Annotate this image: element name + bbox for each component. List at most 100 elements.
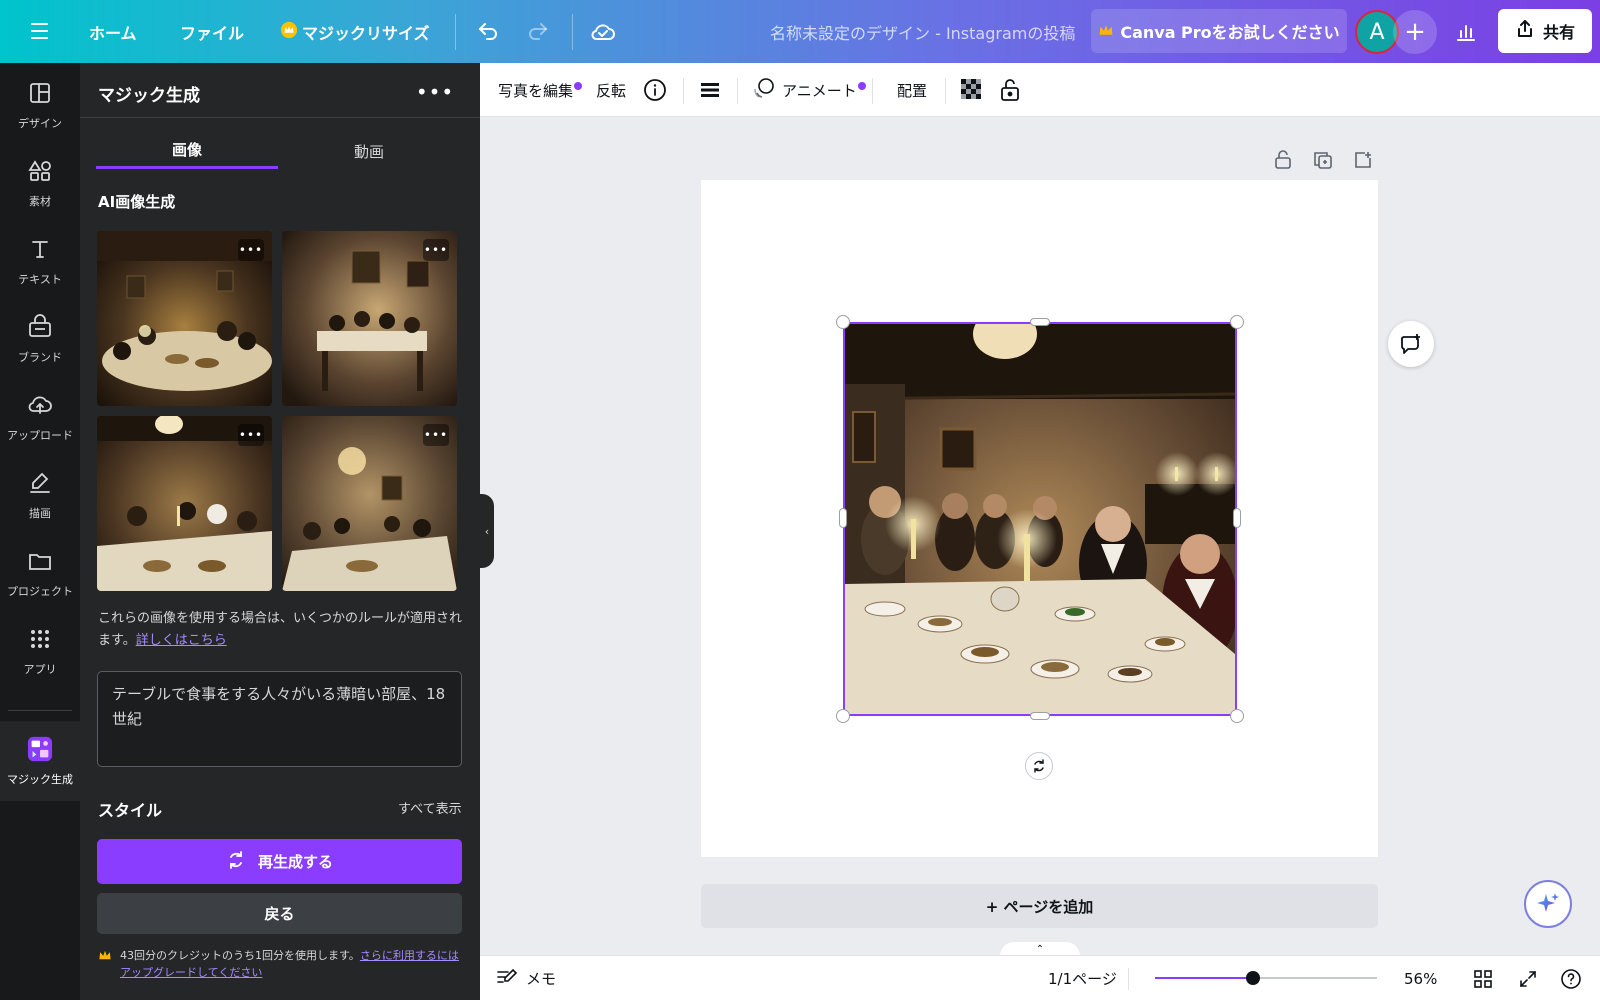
- more-options-icon[interactable]: •••: [423, 424, 449, 446]
- show-all-styles-link[interactable]: すべて表示: [398, 798, 462, 817]
- transparency-icon[interactable]: [961, 63, 983, 117]
- panel-title: マジック生成: [98, 86, 200, 106]
- rail-item-draw[interactable]: 描画: [0, 459, 80, 531]
- back-button[interactable]: 戻る: [97, 893, 462, 934]
- rail-item-design[interactable]: デザイン: [0, 69, 80, 141]
- rail-item-magic-media[interactable]: マジック生成: [0, 721, 80, 801]
- refresh-icon: [226, 850, 246, 874]
- tab-video[interactable]: 動画: [278, 133, 460, 169]
- regenerate-button[interactable]: 再生成する: [97, 839, 462, 884]
- rail-item-elements[interactable]: 素材: [0, 147, 80, 219]
- notes-button[interactable]: メモ: [496, 956, 556, 1000]
- rail-item-text[interactable]: テキスト: [0, 225, 80, 297]
- rail-label: 描画: [29, 506, 51, 520]
- generated-image-thumbnail[interactable]: •••: [282, 416, 457, 591]
- edit-photo-button[interactable]: 写真を編集: [498, 63, 583, 117]
- rail-item-brand[interactable]: ブランド: [0, 303, 80, 375]
- rail-item-apps[interactable]: アプリ: [0, 615, 80, 687]
- credit-note: 43回分のクレジットのうち1回分を使用します。さらに利用するにはアップグレードし…: [98, 947, 468, 981]
- zoom-slider-knob[interactable]: [1246, 971, 1260, 985]
- zoom-percentage[interactable]: 56%: [1404, 956, 1437, 1000]
- add-collaborator-icon[interactable]: +: [1393, 10, 1437, 54]
- divider: [945, 78, 946, 104]
- selected-image[interactable]: [843, 322, 1237, 716]
- magic-assistant-sparkle-icon[interactable]: [1524, 880, 1572, 928]
- animate-icon: [752, 76, 776, 104]
- canva-pro-trial-button[interactable]: Canva Proをお試しください: [1091, 9, 1347, 53]
- resize-handle[interactable]: [836, 315, 850, 329]
- more-options-icon[interactable]: •••: [416, 77, 453, 107]
- resize-handle[interactable]: [1230, 315, 1244, 329]
- rail-label: デザイン: [18, 116, 62, 130]
- usage-rules-note: これらの画像を使用する場合は、いくつかのルールが適用されます。詳しくはこちら: [98, 608, 468, 652]
- generated-image-thumbnail[interactable]: •••: [97, 231, 272, 406]
- add-comment-icon[interactable]: [1388, 321, 1434, 367]
- help-icon[interactable]: [1560, 956, 1582, 1000]
- tab-image[interactable]: 画像: [96, 133, 278, 169]
- divider: [683, 78, 684, 104]
- top-bar: ホーム ファイル マジックリサイズ 名称未設定のデザイン - Instagram…: [0, 0, 1600, 63]
- add-page-button[interactable]: + ページを追加: [701, 884, 1378, 928]
- prompt-textarea[interactable]: テーブルで食事をする人々がいる薄暗い部屋、18世紀: [97, 671, 462, 767]
- pro-button-label: Canva Proをお試しください: [1120, 23, 1340, 42]
- redo-icon[interactable]: [522, 16, 554, 48]
- file-menu[interactable]: ファイル: [180, 0, 244, 63]
- rail-label: アップロード: [7, 428, 73, 442]
- divider: [572, 14, 573, 50]
- divider: [1128, 968, 1129, 990]
- zoom-slider[interactable]: [1155, 971, 1377, 985]
- resize-handle[interactable]: [1030, 712, 1050, 720]
- info-icon[interactable]: [643, 63, 667, 117]
- generated-image-thumbnail[interactable]: •••: [97, 416, 272, 591]
- learn-more-link[interactable]: 詳しくはこちら: [136, 633, 227, 648]
- rail-label: プロジェクト: [7, 584, 73, 598]
- document-title[interactable]: 名称未設定のデザイン - Instagramの投稿: [770, 0, 1075, 63]
- chevron-up-icon[interactable]: ⌃: [1000, 942, 1080, 956]
- more-options-icon[interactable]: •••: [423, 239, 449, 261]
- more-options-icon[interactable]: •••: [238, 239, 264, 261]
- rotate-icon[interactable]: [1025, 752, 1053, 780]
- rail-item-uploads[interactable]: アップロード: [0, 381, 80, 453]
- rail-label: 素材: [29, 194, 51, 208]
- regenerate-label: 再生成する: [257, 853, 333, 871]
- lock-icon[interactable]: [999, 63, 1021, 117]
- flip-button[interactable]: 反転: [596, 63, 626, 117]
- insights-chart-icon[interactable]: [1444, 10, 1488, 54]
- resize-handle[interactable]: [1233, 508, 1241, 528]
- lock-page-icon[interactable]: [1270, 147, 1296, 173]
- magic-resize-label: マジックリサイズ: [302, 23, 430, 43]
- shapes-icon: [27, 158, 53, 187]
- new-badge-dot: [857, 82, 866, 90]
- zoom-slider-fill: [1155, 977, 1253, 979]
- crown-icon: [98, 949, 112, 966]
- resize-handle[interactable]: [1030, 318, 1050, 326]
- add-page-icon[interactable]: [1350, 147, 1376, 173]
- position-button[interactable]: 配置: [897, 63, 927, 117]
- grid-view-icon[interactable]: [1473, 956, 1493, 1000]
- magic-resize-menu[interactable]: マジックリサイズ: [280, 0, 430, 63]
- home-menu[interactable]: ホーム: [89, 0, 137, 63]
- fullscreen-icon[interactable]: [1518, 956, 1538, 1000]
- edit-photo-label: 写真を編集: [498, 81, 574, 100]
- border-style-icon[interactable]: [698, 63, 722, 117]
- rail-item-projects[interactable]: プロジェクト: [0, 537, 80, 609]
- resize-handle[interactable]: [836, 709, 850, 723]
- cloud-saved-icon[interactable]: [587, 16, 619, 48]
- resize-handle[interactable]: [1230, 709, 1244, 723]
- folder-icon: [27, 548, 53, 577]
- collapse-panel-icon[interactable]: ‹: [480, 494, 494, 568]
- crown-icon: [1098, 22, 1114, 41]
- share-button[interactable]: 共有: [1498, 9, 1592, 53]
- undo-icon[interactable]: [472, 16, 504, 48]
- duplicate-page-icon[interactable]: [1310, 147, 1336, 173]
- more-options-icon[interactable]: •••: [238, 424, 264, 446]
- resize-handle[interactable]: [839, 508, 847, 528]
- page-indicator[interactable]: 1/1ページ: [1048, 956, 1117, 1000]
- generated-image-thumbnail[interactable]: •••: [282, 231, 457, 406]
- hamburger-menu-icon[interactable]: [24, 18, 54, 44]
- left-rail: デザイン 素材 テキスト ブランド アップロード 描画 プロジェクト アプリ マ…: [0, 63, 80, 1000]
- rail-label: アプリ: [23, 662, 57, 676]
- style-section-title: スタイル: [98, 801, 163, 820]
- magic-media-icon: [27, 736, 53, 765]
- animate-button[interactable]: アニメート: [752, 63, 866, 117]
